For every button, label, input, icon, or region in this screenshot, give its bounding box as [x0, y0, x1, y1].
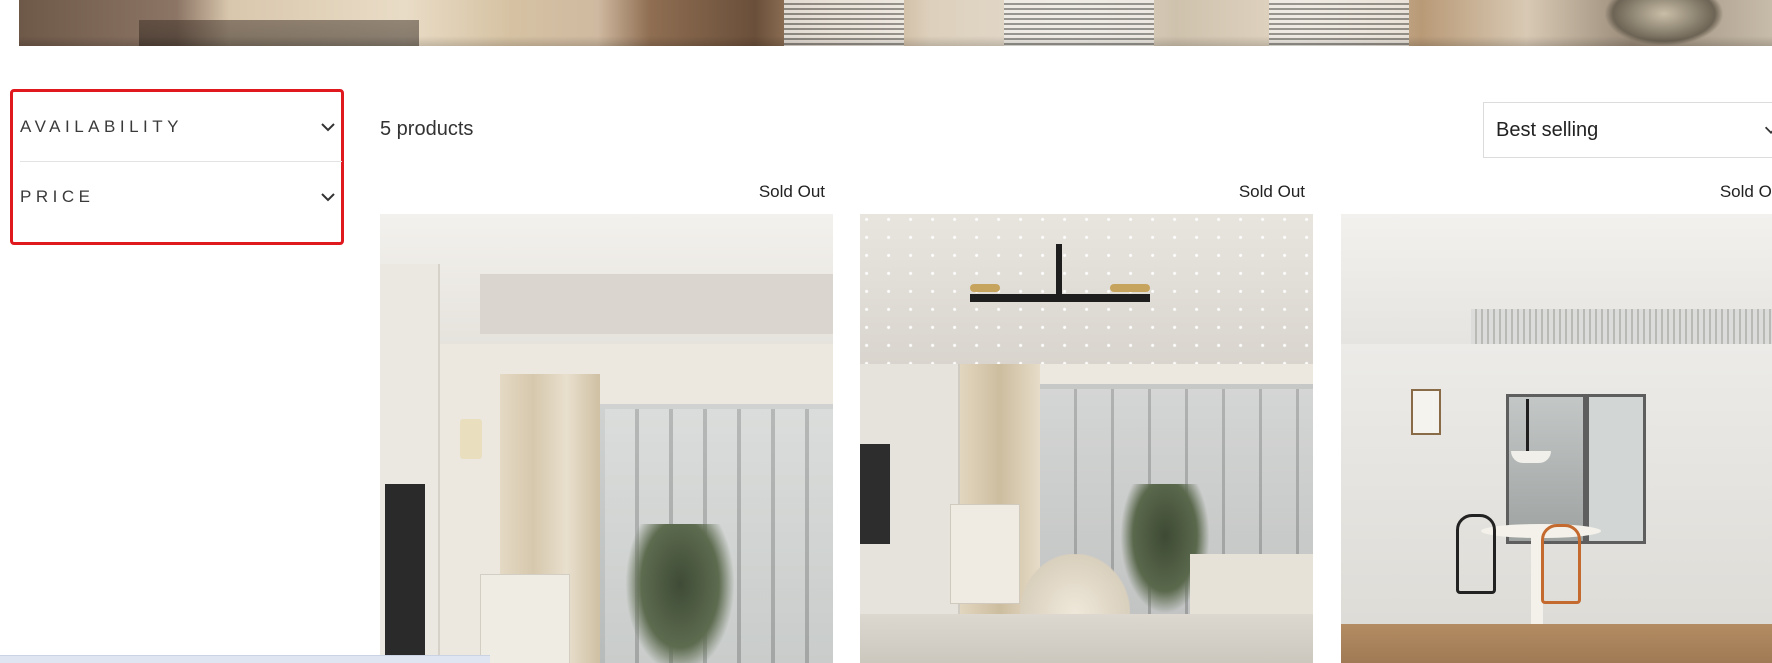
- product-count: 5 products: [380, 118, 474, 140]
- chevron-down-icon: [321, 193, 335, 202]
- filter-sidebar: AVAILABILITY PRICE: [10, 89, 344, 245]
- chevron-down-icon: [321, 122, 335, 131]
- sort-selected-value: Best selling: [1496, 118, 1599, 141]
- sold-out-badge: Sold Out: [1238, 182, 1305, 201]
- sold-out-badge: Sold Out: [1719, 182, 1772, 201]
- filter-availability[interactable]: AVAILABILITY: [20, 92, 342, 162]
- sold-out-badge: Sold Out: [758, 182, 825, 201]
- product-card[interactable]: Sold Out: [380, 178, 833, 663]
- product-image[interactable]: [860, 214, 1313, 663]
- hero-banner-image: [19, 0, 1772, 46]
- product-image[interactable]: [380, 214, 833, 663]
- product-card[interactable]: Sold Out: [860, 178, 1313, 663]
- bottom-overlay-bar: [0, 655, 490, 663]
- product-image[interactable]: [1341, 214, 1772, 663]
- filter-price-label: PRICE: [20, 187, 95, 206]
- sort-select[interactable]: Best selling: [1483, 102, 1772, 158]
- filter-availability-label: AVAILABILITY: [20, 116, 183, 136]
- product-card[interactable]: Sold Out: [1341, 178, 1772, 663]
- filter-price[interactable]: PRICE: [20, 162, 342, 232]
- chevron-down-icon: [1764, 126, 1772, 134]
